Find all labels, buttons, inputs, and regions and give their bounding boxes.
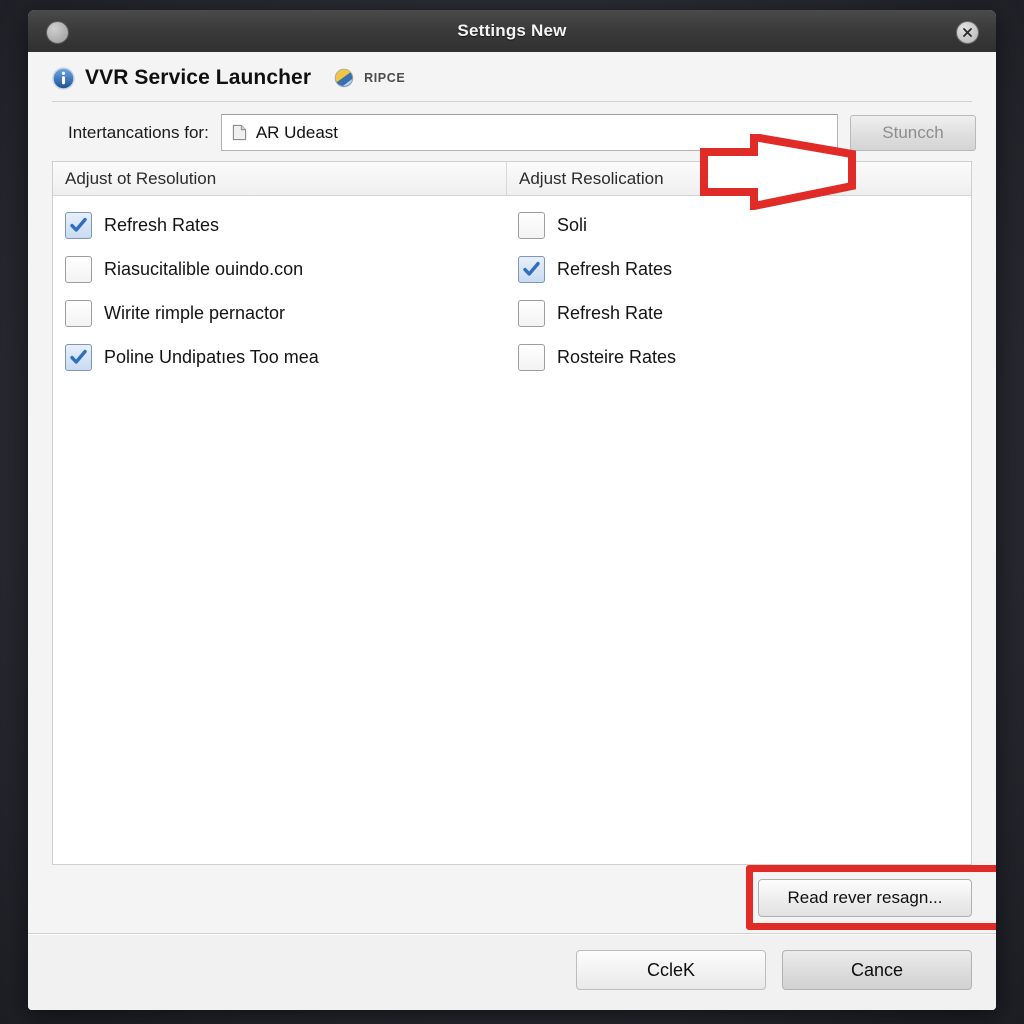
window-menu-dot-icon[interactable] xyxy=(46,21,69,44)
checkbox-checked-icon[interactable] xyxy=(65,211,92,239)
option-label: Refresh Rate xyxy=(557,302,664,323)
options-body: Refresh Rates Riasucitalible ouindo.con Wi… xyxy=(53,196,971,864)
option-label: Poline Undipatıes Too mea xyxy=(104,346,319,367)
filter-row: Intertancations for: AR Udeast Stuncch xyxy=(28,102,996,161)
browse-button[interactable]: Read rever resagn... xyxy=(758,879,972,917)
column-header-right[interactable]: Adjust Resolication xyxy=(507,162,971,195)
globe-icon xyxy=(334,68,354,88)
option-label: Soli xyxy=(557,214,588,235)
column-header-left[interactable]: Adjust ot Resolution xyxy=(53,162,507,195)
option-label: Rosteire Rates xyxy=(557,346,677,367)
options-panel: Adjust ot Resolution Adjust Resolication… xyxy=(52,161,972,865)
option-row[interactable]: Refresh Rates xyxy=(518,247,971,291)
checkbox-unchecked-icon[interactable] xyxy=(518,299,545,327)
option-row[interactable]: Refresh Rate xyxy=(518,291,971,335)
option-row[interactable]: Poline Undipatıes Too mea xyxy=(65,335,506,379)
option-row[interactable]: Soli xyxy=(518,203,971,247)
option-label: Riasucitalible ouindo.con xyxy=(104,258,304,279)
option-row[interactable]: Wirite rimple pernactor xyxy=(65,291,506,335)
option-row[interactable]: Rosteire Rates xyxy=(518,335,971,379)
window-title: Settings New xyxy=(457,21,567,40)
window-body: VVR Service Launcher RIPCE Intertancatio… xyxy=(28,52,996,1010)
checkbox-checked-icon[interactable] xyxy=(65,343,92,371)
info-icon xyxy=(52,66,75,90)
cancel-button[interactable]: Cance xyxy=(782,950,972,990)
brand-label: RIPCE xyxy=(364,71,406,85)
page-title: VVR Service Launcher xyxy=(85,66,312,89)
option-row[interactable]: Refresh Rates xyxy=(65,203,506,247)
option-label: Wirite rimple pernactor xyxy=(104,302,286,323)
ok-button[interactable]: CcleK xyxy=(576,950,766,990)
option-label: Refresh Rates xyxy=(104,214,220,235)
window-titlebar: Settings New xyxy=(28,10,996,52)
page-header: VVR Service Launcher RIPCE xyxy=(28,52,996,90)
checkbox-unchecked-icon[interactable] xyxy=(65,255,92,283)
checkbox-checked-icon[interactable] xyxy=(518,255,545,283)
filter-label: Intertancations for: xyxy=(68,122,209,142)
checkbox-unchecked-icon[interactable] xyxy=(65,299,92,327)
option-row[interactable]: Riasucitalible ouindo.con xyxy=(65,247,506,291)
close-icon[interactable] xyxy=(956,21,979,44)
launch-button[interactable]: Stuncch xyxy=(850,114,976,151)
checkbox-unchecked-icon[interactable] xyxy=(518,343,545,371)
checkbox-unchecked-icon[interactable] xyxy=(518,211,545,239)
option-label: Refresh Rates xyxy=(557,258,673,279)
dialog-footer: CcleK Cance xyxy=(28,933,996,1010)
options-column-left: Refresh Rates Riasucitalible ouindo.con Wi… xyxy=(53,203,506,864)
document-icon xyxy=(232,124,246,141)
target-select-value: AR Udeast xyxy=(255,122,339,142)
target-select[interactable]: AR Udeast xyxy=(220,114,838,151)
action-row: Read rever resagn... xyxy=(28,865,996,933)
options-column-right: Soli Refresh Rates Refresh Rate Rosteire Ra… xyxy=(506,203,971,864)
options-header-row: Adjust ot Resolution Adjust Resolication xyxy=(53,162,971,196)
settings-window: Settings New VVR Service Launcher RIPCE … xyxy=(28,10,996,1010)
